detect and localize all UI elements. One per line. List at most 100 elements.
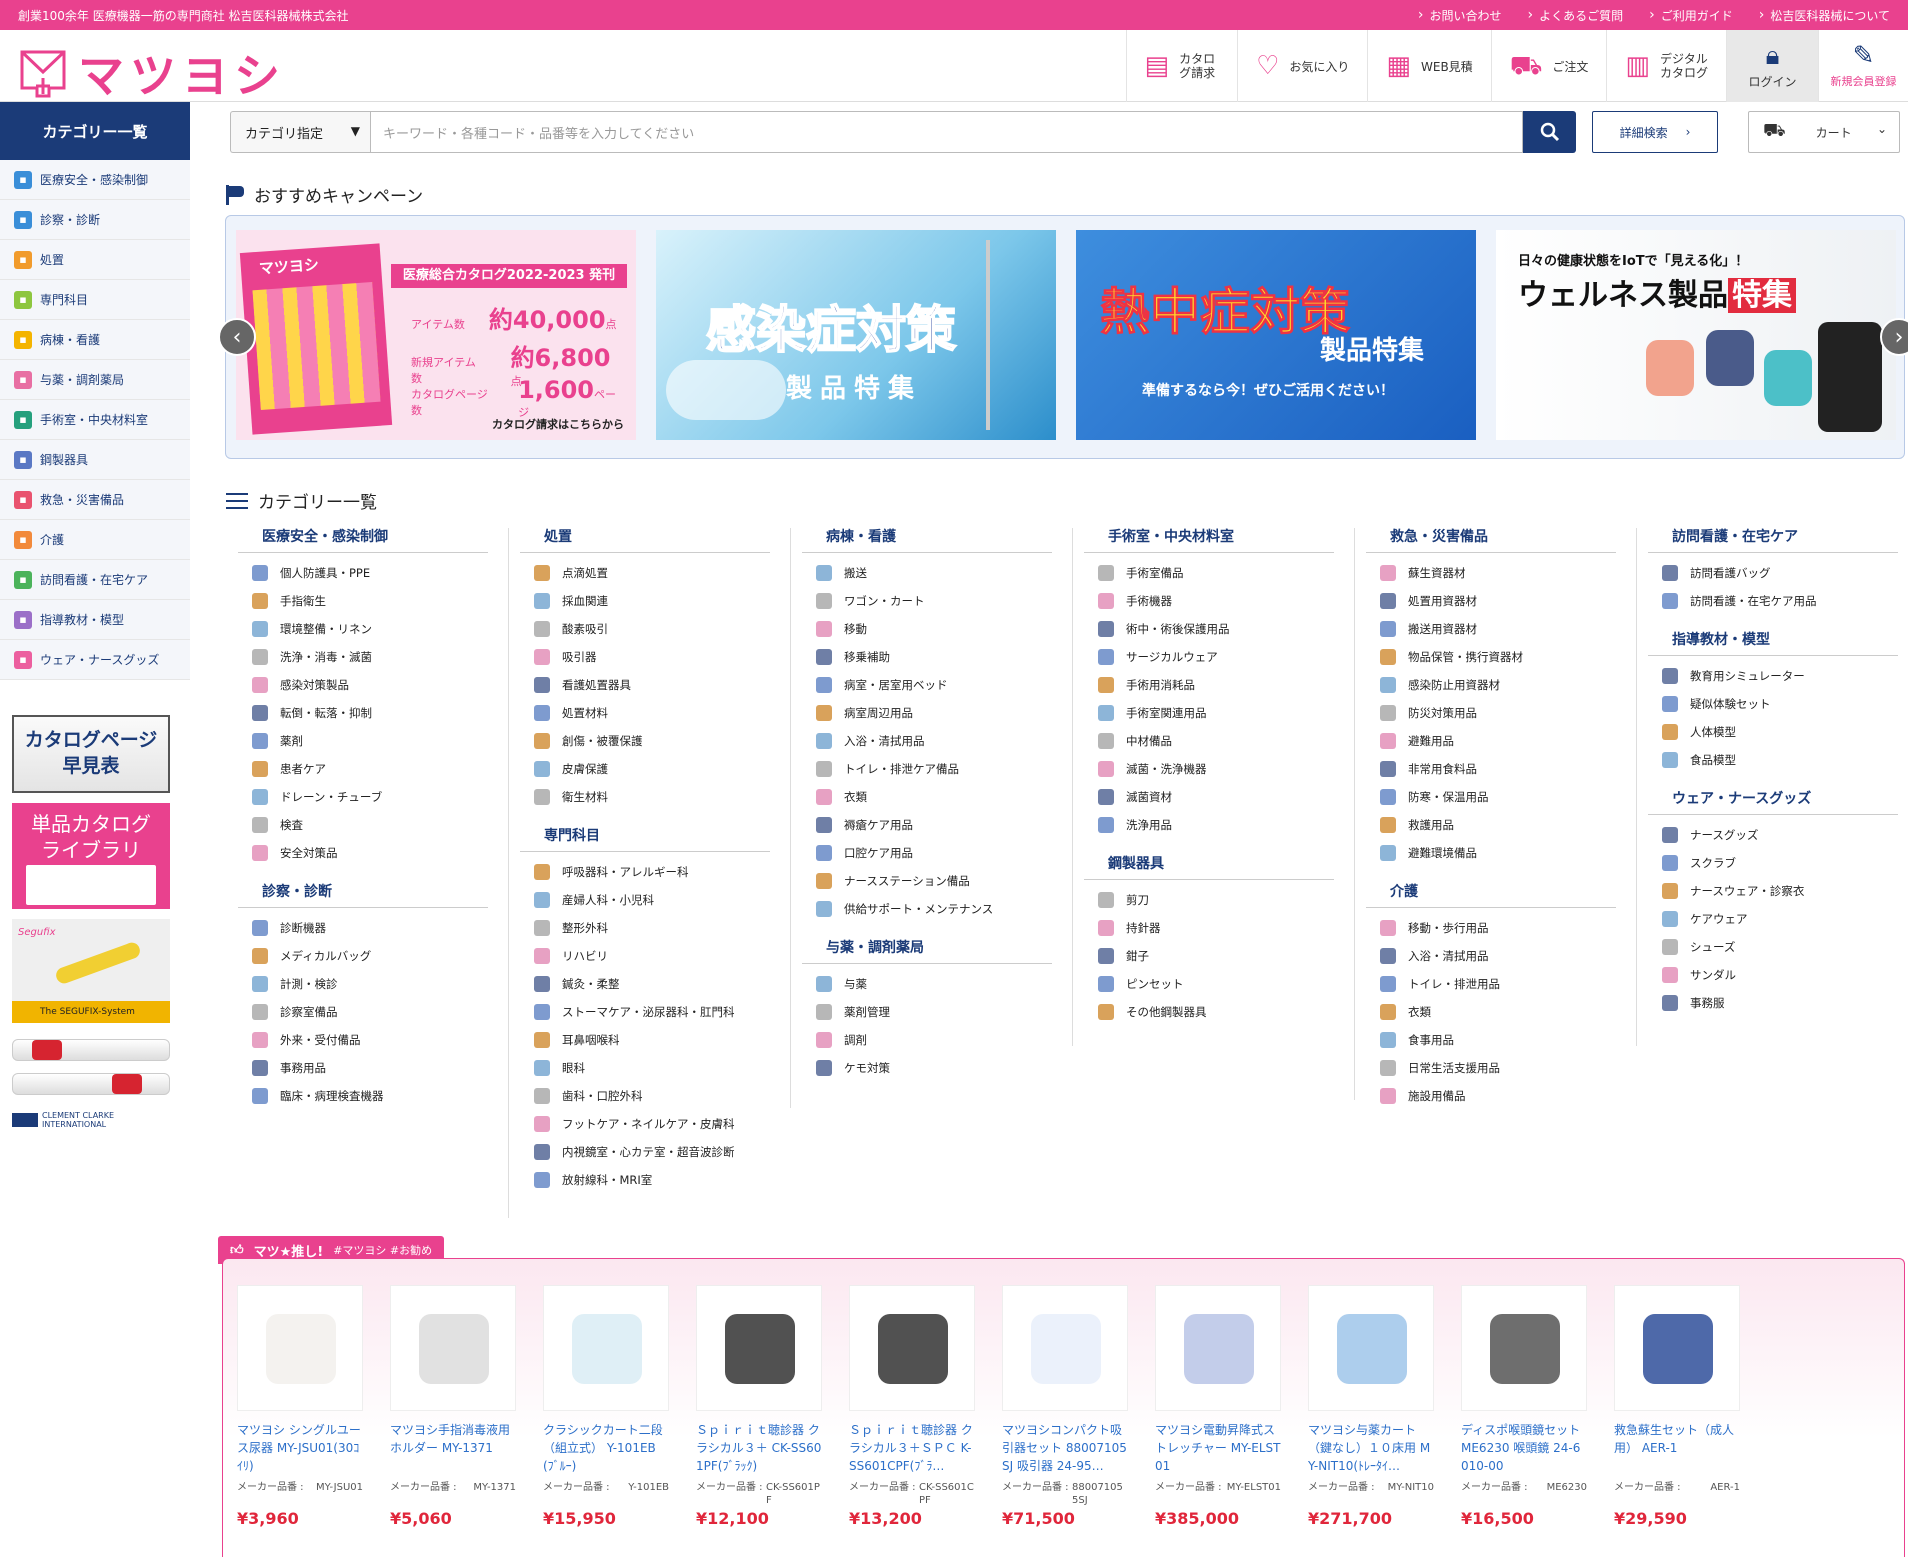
catalog-page-index-banner[interactable]: カタログページ 早見表 [12, 715, 170, 793]
category-link[interactable]: 病室周辺用品 [796, 699, 1061, 727]
category-link[interactable]: 人体模型 [1642, 718, 1907, 746]
category-link[interactable]: 呼吸器科・アレルギー科 [514, 858, 779, 886]
category-link[interactable]: 放射線科・MRI室 [514, 1166, 779, 1194]
category-link[interactable]: 避難環境備品 [1360, 839, 1625, 867]
product-card[interactable]: マツヨシコンパクト吸引器セット 88007105SJ 吸引器 24-95… メーカ… [1002, 1285, 1128, 1528]
category-link[interactable]: ワゴン・カート [796, 587, 1061, 615]
product-name[interactable]: ディスポ喉頭鏡セット ME6230 喉頭鏡 24-6010-00 [1461, 1421, 1587, 1475]
category-link[interactable]: 皮膚保護 [514, 755, 779, 783]
product-name[interactable]: Ｓｐｉｒｉｔ聴診器 クラシカル３＋ CK-SS601PF(ﾌﾞﾗｯｸ) [696, 1421, 822, 1475]
category-select[interactable]: カテゴリ指定 ▼ [230, 111, 370, 153]
category-link[interactable]: 調剤 [796, 1026, 1061, 1054]
category-link[interactable]: 防災対策用品 [1360, 699, 1625, 727]
category-group-heading[interactable]: 訪問看護・在宅ケア [1648, 526, 1898, 553]
product-image[interactable] [1002, 1285, 1128, 1411]
nav-web-estimate[interactable]: ▦ WEB見積 [1367, 30, 1490, 102]
category-link[interactable]: その他鋼製器具 [1078, 998, 1343, 1026]
sidebar-item[interactable]: ▪ 診察・診断 [0, 200, 190, 240]
product-image[interactable] [237, 1285, 363, 1411]
product-image[interactable] [1461, 1285, 1587, 1411]
category-link[interactable]: 口腔ケア用品 [796, 839, 1061, 867]
sidebar-item[interactable]: ▪ ウェア・ナースグッズ [0, 640, 190, 680]
slide-wellness[interactable]: 日々の健康状態をIoTで「見える化」！ ウェルネス製品 特集 [1496, 230, 1896, 440]
category-link[interactable]: 外来・受付備品 [232, 1026, 497, 1054]
product-card[interactable]: Ｓｐｉｒｉｔ聴診器 クラシカル３＋ CK-SS601PF(ﾌﾞﾗｯｸ) メーカー品… [696, 1285, 822, 1528]
site-logo[interactable]: マツヨシ [18, 40, 286, 106]
catalog-library-banner[interactable]: 単品カタログ ライブラリ [12, 803, 170, 909]
category-link[interactable]: 非常用食料品 [1360, 755, 1625, 783]
category-group-heading[interactable]: 救急・災害備品 [1366, 526, 1616, 553]
cart-dropdown[interactable]: ⛟ カート ⌄ [1748, 111, 1900, 153]
category-link[interactable]: 酸素吸引 [514, 615, 779, 643]
category-link[interactable]: 手術室関連用品 [1078, 699, 1343, 727]
category-link[interactable]: 教育用シミュレーター [1642, 662, 1907, 690]
category-link[interactable]: トイレ・排泄用品 [1360, 970, 1625, 998]
category-link[interactable]: 吸引器 [514, 643, 779, 671]
product-name[interactable]: マツヨシコンパクト吸引器セット 88007105SJ 吸引器 24-95… [1002, 1421, 1128, 1475]
category-link[interactable]: ナースウェア・診察衣 [1642, 877, 1907, 905]
product-name[interactable]: マツヨシ シングルユース尿器 MY-JSU01(30ｺｲﾘ) [237, 1421, 363, 1475]
category-group-heading[interactable]: 診察・診断 [238, 881, 488, 908]
product-card[interactable]: マツヨシ シングルユース尿器 MY-JSU01(30ｺｲﾘ) メーカー品番 : MY… [237, 1285, 363, 1528]
nav-favorites[interactable]: ♡ お気に入り [1237, 30, 1367, 102]
sidebar-item[interactable]: ▪ 専門科目 [0, 280, 190, 320]
slide-catalog-2022[interactable]: マツヨシ 医療総合カタログ2022-2023 発刊 アイテム数 約40,000点 … [236, 230, 636, 440]
category-link[interactable]: 点滴処置 [514, 559, 779, 587]
category-link[interactable]: 採血関連 [514, 587, 779, 615]
category-link[interactable]: 褥瘡ケア用品 [796, 811, 1061, 839]
category-link[interactable]: 診断機器 [232, 914, 497, 942]
slide-heatstroke[interactable]: 熱中症対策 製品特集 準備するなら今！ぜひご活用ください！ [1076, 230, 1476, 440]
category-link[interactable]: 移乗補助 [796, 643, 1061, 671]
slide-infection-control[interactable]: 感染症対策 製品特集 [656, 230, 1056, 440]
category-group-heading[interactable]: 専門科目 [520, 825, 770, 852]
category-link[interactable]: 耳鼻咽喉科 [514, 1026, 779, 1054]
category-link[interactable]: 入浴・清拭用品 [796, 727, 1061, 755]
product-name[interactable]: クラシックカート二段（組立式） Y-101EB(ﾌﾞﾙｰ) [543, 1421, 669, 1475]
category-link[interactable]: ケモ対策 [796, 1054, 1061, 1082]
search-button[interactable] [1523, 111, 1576, 153]
category-link[interactable]: 避難用品 [1360, 727, 1625, 755]
carousel-prev-button[interactable]: ‹ [218, 318, 256, 356]
category-group-heading[interactable]: 処置 [520, 526, 770, 553]
category-link[interactable]: 移動・歩行用品 [1360, 914, 1625, 942]
category-link[interactable]: 食事用品 [1360, 1026, 1625, 1054]
category-link[interactable]: 手術室備品 [1078, 559, 1343, 587]
category-link[interactable]: 整形外科 [514, 914, 779, 942]
product-image[interactable] [1308, 1285, 1434, 1411]
product-card[interactable]: マツヨシ手指消毒液用ホルダー MY-1371 メーカー品番 : MY-1371 ¥5,… [390, 1285, 516, 1528]
category-link[interactable]: ケアウェア [1642, 905, 1907, 933]
category-link[interactable]: ドレーン・チューブ [232, 783, 497, 811]
category-group-heading[interactable]: 手術室・中央材料室 [1084, 526, 1334, 553]
product-image[interactable] [696, 1285, 822, 1411]
category-link[interactable]: 臨床・病理検査機器 [232, 1082, 497, 1110]
category-link[interactable]: 手術機器 [1078, 587, 1343, 615]
sidebar-item[interactable]: ▪ 救急・災害備品 [0, 480, 190, 520]
category-link[interactable]: 環境整備・リネン [232, 615, 497, 643]
link-guide[interactable]: ご利用ガイド [1649, 7, 1733, 24]
category-link[interactable]: 術中・術後保護用品 [1078, 615, 1343, 643]
category-link[interactable]: 安全対策品 [232, 839, 497, 867]
register-button[interactable]: ✎ 新規会員登録 [1818, 30, 1908, 102]
category-link[interactable]: ピンセット [1078, 970, 1343, 998]
link-faq[interactable]: よくあるご質問 [1527, 7, 1623, 24]
category-link[interactable]: 患者ケア [232, 755, 497, 783]
category-link[interactable]: 衣類 [796, 783, 1061, 811]
product-card[interactable]: Ｓｐｉｒｉｔ聴診器 クラシカル３＋ＳＰＣ K-SS601CPF(ﾌﾞﾗ… メーカー… [849, 1285, 975, 1528]
category-link[interactable]: 歯科・口腔外科 [514, 1082, 779, 1110]
category-link[interactable]: 移動 [796, 615, 1061, 643]
login-button[interactable]: 🔒︎ ログイン [1726, 30, 1818, 102]
category-link[interactable]: 救護用品 [1360, 811, 1625, 839]
product-image[interactable] [849, 1285, 975, 1411]
category-link[interactable]: 転倒・転落・抑制 [232, 699, 497, 727]
category-link[interactable]: ナースグッズ [1642, 821, 1907, 849]
sidebar-item[interactable]: ▪ 訪問看護・在宅ケア [0, 560, 190, 600]
category-group-heading[interactable]: 介護 [1366, 881, 1616, 908]
category-link[interactable]: 感染対策製品 [232, 671, 497, 699]
product-name[interactable]: マツヨシ与薬カート（鍵なし）１０床用 MY-NIT10(ﾄﾚｰﾀｲ… [1308, 1421, 1434, 1475]
sidebar-item[interactable]: ▪ 鋼製器具 [0, 440, 190, 480]
product-image[interactable] [543, 1285, 669, 1411]
category-link[interactable]: 事務用品 [232, 1054, 497, 1082]
category-link[interactable]: 搬送 [796, 559, 1061, 587]
category-link[interactable]: 処置用資器材 [1360, 587, 1625, 615]
category-link[interactable]: スクラブ [1642, 849, 1907, 877]
